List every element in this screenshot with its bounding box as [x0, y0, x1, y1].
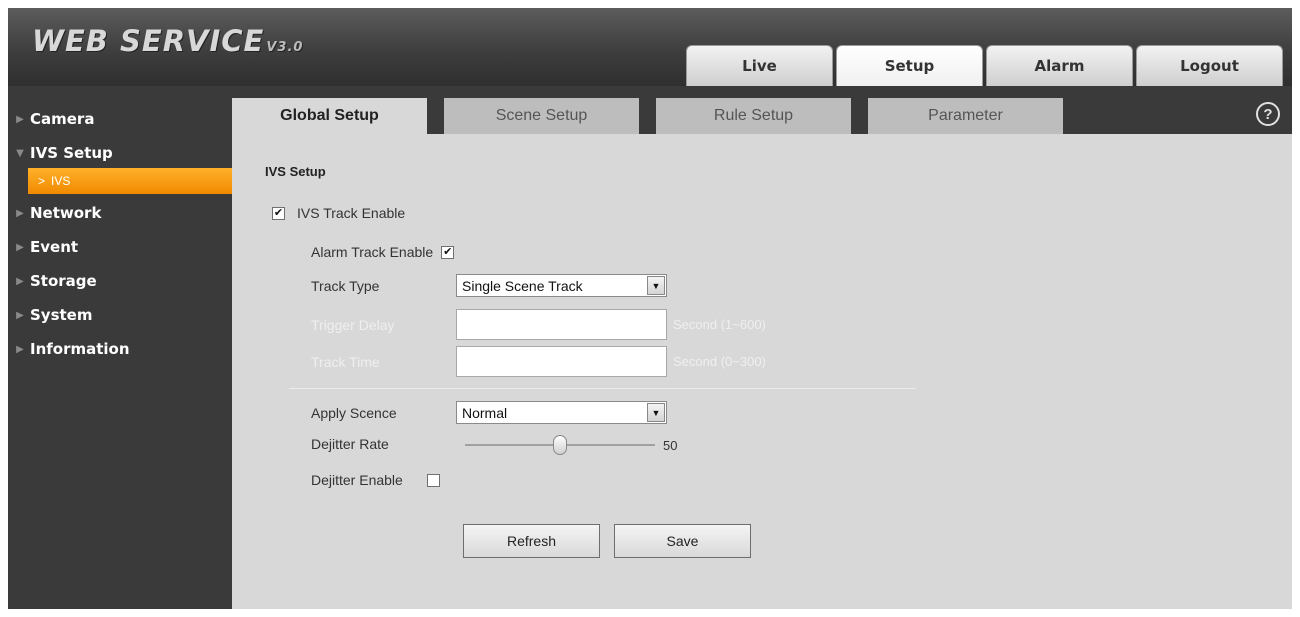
apply-scene-label: Apply Scence: [311, 404, 397, 421]
collapsed-arrow-icon: ▶: [16, 309, 24, 321]
nav-live-button[interactable]: Live: [686, 45, 833, 86]
nav-logout-button[interactable]: Logout: [1136, 45, 1283, 86]
save-button[interactable]: Save: [614, 524, 751, 558]
alarm-track-enable-checkbox[interactable]: ✔: [441, 245, 455, 259]
settings-panel: IVS Setup ✔ IVS Track Enable Alarm Track…: [232, 134, 1292, 609]
tab-parameter[interactable]: Parameter: [868, 98, 1063, 134]
ivs-track-enable-label: IVS Track Enable: [297, 205, 406, 221]
sidebar-item-information[interactable]: ▶ Information: [8, 332, 232, 366]
sidebar: ▶ Camera ▼ IVS Setup > IVS ▶ Network ▶ E…: [8, 86, 232, 609]
sidebar-subitem-label: IVS: [51, 174, 71, 188]
track-type-select[interactable]: Single Scene Track ▼: [456, 274, 667, 297]
help-icon[interactable]: ?: [1256, 102, 1280, 126]
trigger-delay-label: Trigger Delay: [311, 316, 395, 333]
sidebar-item-event[interactable]: ▶ Event: [8, 230, 232, 264]
refresh-button[interactable]: Refresh: [463, 524, 600, 558]
nav-setup-button[interactable]: Setup: [836, 45, 983, 86]
track-type-select-row: Single Scene Track ▼: [456, 274, 667, 297]
slider-thumb[interactable]: [553, 435, 567, 455]
ivs-track-enable-row: ✔ IVS Track Enable: [272, 205, 405, 221]
apply-scene-select-row: Normal ▼: [456, 401, 667, 424]
sidebar-item-network[interactable]: ▶ Network: [8, 196, 232, 230]
ivs-track-enable-checkbox[interactable]: ✔: [272, 206, 285, 220]
dejitter-rate-value: 50: [663, 437, 678, 453]
chevron-right-icon: >: [38, 174, 46, 188]
dejitter-rate-label: Dejitter Rate: [311, 436, 389, 452]
sidebar-item-label: IVS Setup: [30, 144, 113, 162]
sidebar-item-label: Network: [30, 204, 102, 222]
action-buttons: Refresh Save: [463, 524, 751, 558]
trigger-delay-input-row: Second (1~600): [456, 309, 766, 340]
track-time-label-row: Track Time: [311, 346, 380, 377]
nav-alarm-button[interactable]: Alarm: [986, 45, 1133, 86]
section-title: IVS Setup: [265, 164, 326, 179]
sidebar-subitem-ivs[interactable]: > IVS: [28, 168, 232, 194]
collapsed-arrow-icon: ▶: [16, 113, 24, 125]
trigger-delay-label-row: Trigger Delay: [311, 309, 395, 340]
dejitter-enable-row: Dejitter Enable: [311, 472, 440, 488]
track-type-value: Single Scene Track: [462, 277, 583, 294]
collapsed-arrow-icon: ▶: [16, 343, 24, 355]
alarm-track-enable-row: Alarm Track Enable ✔: [311, 244, 455, 260]
sidebar-item-system[interactable]: ▶ System: [8, 298, 232, 332]
app-frame: WEB SERVICE V3.0 Live Setup Alarm Logout …: [8, 8, 1292, 609]
collapsed-arrow-icon: ▶: [16, 207, 24, 219]
alarm-track-enable-label: Alarm Track Enable: [311, 244, 434, 260]
sidebar-item-storage[interactable]: ▶ Storage: [8, 264, 232, 298]
dejitter-enable-label: Dejitter Enable: [311, 472, 403, 488]
trigger-delay-unit: Second (1~600): [673, 317, 766, 332]
content-area: Global Setup Scene Setup Rule Setup Para…: [232, 86, 1292, 609]
sidebar-item-ivs-setup[interactable]: ▼ IVS Setup: [8, 136, 232, 170]
top-nav: Live Setup Alarm Logout: [686, 45, 1286, 86]
apply-scene-label-row: Apply Scence: [311, 401, 397, 424]
section-divider: [289, 388, 916, 389]
header: WEB SERVICE V3.0 Live Setup Alarm Logout: [8, 8, 1292, 86]
dropdown-arrow-icon: ▼: [647, 403, 665, 422]
apply-scene-select[interactable]: Normal ▼: [456, 401, 667, 424]
tab-rule-setup[interactable]: Rule Setup: [656, 98, 851, 134]
track-time-label: Track Time: [311, 353, 380, 370]
dropdown-arrow-icon: ▼: [647, 276, 665, 295]
track-time-unit: Second (0~300): [673, 354, 766, 369]
track-type-label-row: Track Type: [311, 274, 471, 297]
dejitter-rate-label-row: Dejitter Rate: [311, 434, 389, 454]
content-tabs: Global Setup Scene Setup Rule Setup Para…: [232, 98, 1080, 134]
tab-global-setup[interactable]: Global Setup: [232, 98, 427, 134]
track-type-label: Track Type: [311, 277, 380, 294]
tab-scene-setup[interactable]: Scene Setup: [444, 98, 639, 134]
trigger-delay-input[interactable]: [456, 309, 667, 340]
logo-text: WEB SERVICE: [32, 24, 265, 58]
sidebar-item-label: Camera: [30, 110, 95, 128]
apply-scene-value: Normal: [462, 404, 508, 421]
dejitter-rate-slider[interactable]: [465, 435, 655, 455]
logo: WEB SERVICE V3.0: [32, 24, 303, 58]
expanded-arrow-icon: ▼: [16, 147, 24, 159]
track-time-input[interactable]: [456, 346, 667, 377]
sidebar-item-label: Event: [30, 238, 79, 256]
collapsed-arrow-icon: ▶: [16, 241, 24, 253]
track-time-input-row: Second (0~300): [456, 346, 766, 377]
dejitter-rate-slider-row: 50: [465, 435, 677, 455]
sidebar-item-label: System: [30, 306, 93, 324]
logo-version: V3.0: [266, 40, 304, 55]
dejitter-enable-checkbox[interactable]: [426, 473, 440, 487]
sidebar-item-label: Information: [30, 340, 130, 358]
sidebar-item-label: Storage: [30, 272, 97, 290]
collapsed-arrow-icon: ▶: [16, 275, 24, 287]
sidebar-item-camera[interactable]: ▶ Camera: [8, 102, 232, 136]
